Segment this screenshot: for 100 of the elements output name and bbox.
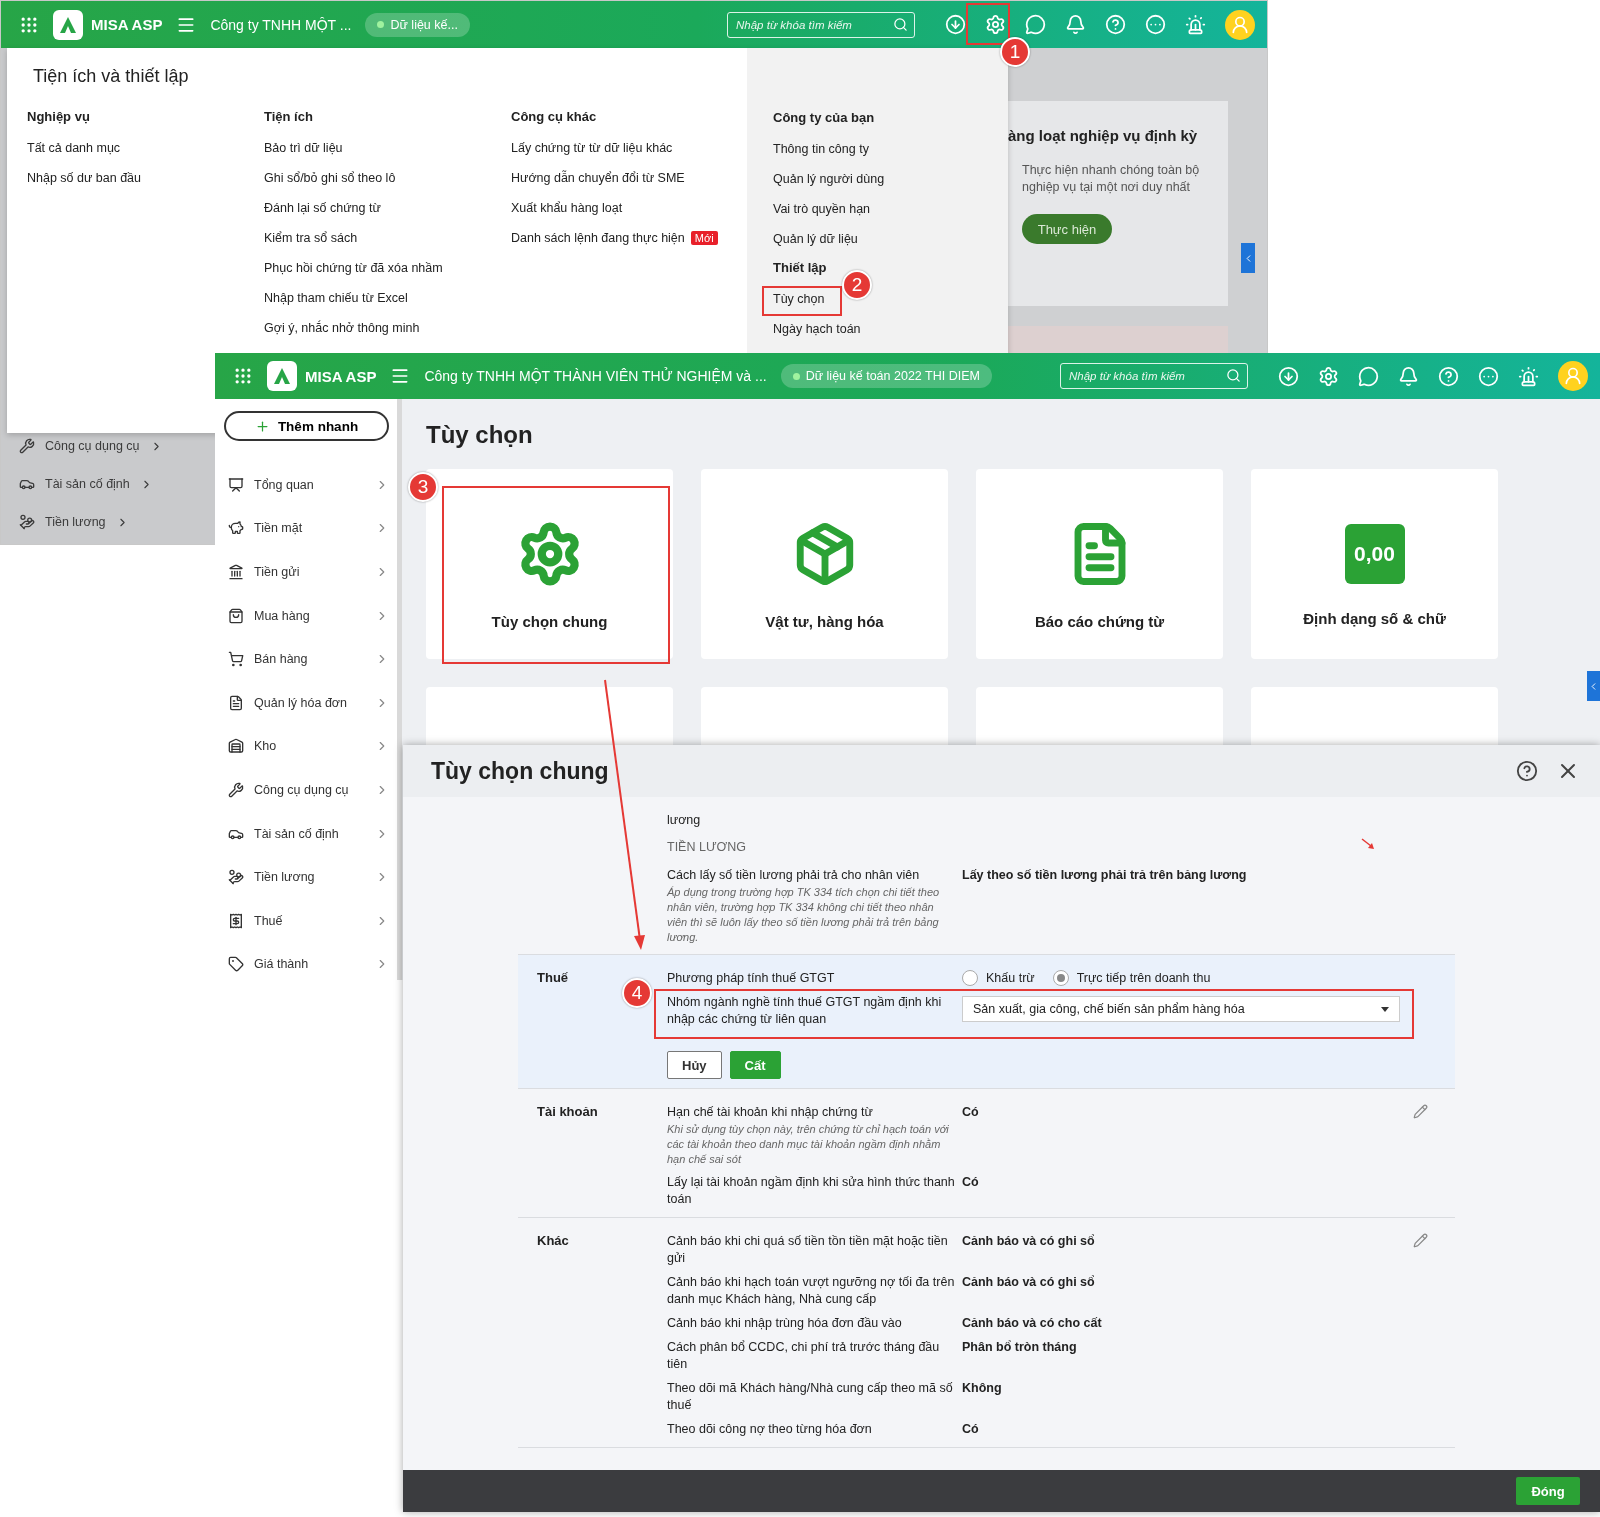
menu-item[interactable]: Tùy chọn — [773, 291, 825, 306]
sidebar-item-icon[interactable] — [228, 869, 244, 886]
menu-item[interactable]: Hướng dẫn chuyển đổi từ SME — [511, 170, 685, 185]
sidebar-item[interactable]: Tiền mặt — [254, 521, 303, 536]
edit-icon[interactable] — [1412, 1104, 1428, 1119]
sidebar-item[interactable]: Thuế — [254, 913, 283, 928]
setting-label: lương — [667, 812, 702, 829]
menu-item[interactable]: Ngày hạch toán — [773, 321, 861, 336]
side-tab[interactable] — [1241, 243, 1255, 273]
menu-item[interactable]: Gợi ý, nhắc nhở thông minh — [264, 320, 420, 335]
radio-label[interactable]: Trực tiếp trên doanh thu — [1076, 971, 1211, 985]
number-format-icon: 0,00 — [1344, 523, 1405, 584]
sidebar-item[interactable]: Tiền gửi — [254, 565, 300, 579]
download-icon[interactable] — [1278, 365, 1299, 387]
search-field[interactable]: Nhập từ khóa tìm kiếm — [727, 11, 915, 38]
setting-value: Có — [962, 1421, 980, 1438]
radio-label[interactable]: Khấu trừ — [986, 971, 1035, 985]
sidebar-item-icon[interactable] — [228, 738, 244, 755]
menu-item[interactable]: Đánh lại số chứng từ — [264, 200, 381, 215]
status-dot — [377, 21, 385, 28]
side-tab[interactable] — [1587, 671, 1600, 701]
setting-label: Hạn chế tài khoản khi nhập chứng từ — [667, 1104, 874, 1121]
sidebar-item-icon[interactable] — [19, 514, 35, 530]
avatar[interactable] — [1225, 9, 1255, 40]
menu-item[interactable]: Tất cả danh mục — [27, 140, 121, 155]
menu-item[interactable]: Ghi sổ/bỏ ghi sổ theo lô — [264, 170, 396, 185]
sidebar-item-icon[interactable] — [228, 956, 244, 973]
sidebar-item-icon[interactable] — [228, 651, 244, 668]
setting-value: Có — [962, 1104, 980, 1121]
sidebar-item[interactable]: Tiền lương — [254, 870, 315, 885]
menu-item[interactable]: Thông tin công ty — [773, 141, 869, 156]
sidebar-item[interactable]: Tổng quan — [254, 477, 314, 492]
menu-title: Tiện ích và thiết lập — [33, 66, 190, 87]
bell-icon[interactable] — [1065, 14, 1086, 35]
sidebar-item-icon[interactable] — [228, 781, 244, 798]
menu-item[interactable]: Quản lý người dùng — [773, 171, 885, 186]
sidebar-item-icon[interactable] — [228, 607, 244, 624]
sidebar-item-icon[interactable] — [228, 564, 244, 580]
sidebar-item-icon[interactable] — [228, 520, 244, 537]
option-tile[interactable]: Báo cáo chứng từ — [976, 469, 1223, 659]
sidebar-item[interactable]: Công cụ dụng cụ — [254, 782, 349, 797]
siren-icon[interactable] — [1518, 365, 1539, 387]
settings-icon[interactable] — [1318, 365, 1339, 387]
sidebar-item[interactable]: Bán hàng — [254, 652, 308, 667]
option-tile[interactable]: 0,00 Định dạng số & chữ — [1251, 469, 1498, 659]
settings-icon[interactable] — [985, 14, 1006, 35]
menu-item[interactable]: Nhập tham chiếu từ Excel — [264, 290, 408, 305]
search-icon[interactable] — [1226, 368, 1241, 383]
siren-icon[interactable] — [1185, 14, 1206, 35]
cancel-button[interactable]: Hủy — [667, 1051, 722, 1079]
plus-icon — [254, 418, 270, 434]
bell-icon[interactable] — [1398, 365, 1419, 387]
menu-item[interactable]: Lấy chứng từ từ dữ liệu khác — [511, 140, 673, 155]
menu-item[interactable]: Bảo trì dữ liệu — [264, 140, 343, 155]
menu-item[interactable]: Vai trò quyền hạn — [773, 201, 871, 216]
sidebar-item[interactable]: Công cụ dụng cụ — [45, 439, 140, 453]
chat-icon[interactable] — [1025, 14, 1046, 35]
setting-label: Nhóm ngành nghề tính thuế GTGT ngầm định khi nhập các chứng từ liên quan — [667, 994, 943, 1028]
radio-button[interactable] — [962, 970, 978, 986]
new-badge: Mới — [690, 230, 718, 245]
setting-note: Khi sử dụng tùy chọn này, trên chứng từ chỉ hạch toán với các tài khoản theo danh mục tài khoản ngầm định nhằm hạn chế sai sót — [667, 1122, 950, 1167]
setting-label: Cách phân bổ CCDC, chi phí trả trước tháng đầu tiên — [667, 1339, 941, 1373]
section-title: Thuế — [537, 970, 569, 985]
menu-heading: Công cụ khác — [511, 109, 598, 126]
sidebar-item-icon[interactable] — [228, 912, 244, 929]
menu-item[interactable]: Xuất khẩu hàng loạt — [511, 200, 623, 215]
help-icon[interactable] — [1516, 760, 1538, 782]
sidebar-item[interactable]: Giá thành — [254, 957, 309, 972]
sidebar-item[interactable]: Quản lý hóa đơn — [254, 695, 347, 710]
avatar[interactable] — [1558, 361, 1588, 391]
menu-item[interactable]: Phục hồi chứng từ đã xóa nhầm — [264, 260, 443, 275]
sidebar-item-icon[interactable] — [19, 438, 35, 454]
more-icon[interactable] — [1478, 365, 1499, 387]
sidebar-item-icon[interactable] — [228, 476, 244, 493]
run-button[interactable]: Thực hiện — [1022, 214, 1112, 244]
sidebar-item[interactable]: Tiền lương — [45, 515, 106, 529]
menu-item[interactable]: Kiểm tra sổ sách — [264, 230, 358, 245]
dropdown-field[interactable]: Sản xuất, gia công, chế biến sản phẩm hàng hóa — [962, 996, 1400, 1022]
quick-add-button[interactable]: Thêm nhanh — [224, 411, 389, 441]
download-icon[interactable] — [945, 14, 966, 35]
sidebar-item[interactable]: Tài sản cố định — [254, 826, 339, 841]
card-title: àng loạt nghiệp vụ định kỳ — [1008, 127, 1199, 144]
sidebar-item[interactable]: Mua hàng — [254, 608, 310, 623]
menu-item[interactable]: Nhập số dư ban đầu — [27, 170, 141, 185]
sidebar-item-icon[interactable] — [228, 694, 244, 711]
search-field[interactable]: Nhập từ khóa tìm kiếm — [1060, 363, 1248, 389]
apps-grid-icon[interactable] — [233, 366, 253, 386]
radio-button[interactable] — [1052, 970, 1069, 986]
chat-icon[interactable] — [1358, 365, 1379, 387]
menu-item[interactable]: Danh sách lệnh đang thực hiện — [511, 230, 685, 245]
sidebar-item[interactable]: Tài sản cố định — [45, 477, 130, 491]
setting-label: Theo dõi mã Khách hàng/Nhà cung cấp theo mã số thuế — [667, 1380, 954, 1414]
logo-icon — [53, 9, 83, 40]
sidebar-item[interactable]: Kho — [254, 739, 277, 754]
search-icon[interactable] — [893, 16, 908, 32]
more-icon[interactable] — [1145, 14, 1166, 35]
caret-icon — [1381, 1006, 1389, 1012]
edit-icon[interactable] — [1412, 1233, 1428, 1248]
menu-item[interactable]: Quản lý dữ liệu — [773, 231, 858, 246]
option-tile[interactable]: Vật tư, hàng hóa — [701, 469, 948, 659]
